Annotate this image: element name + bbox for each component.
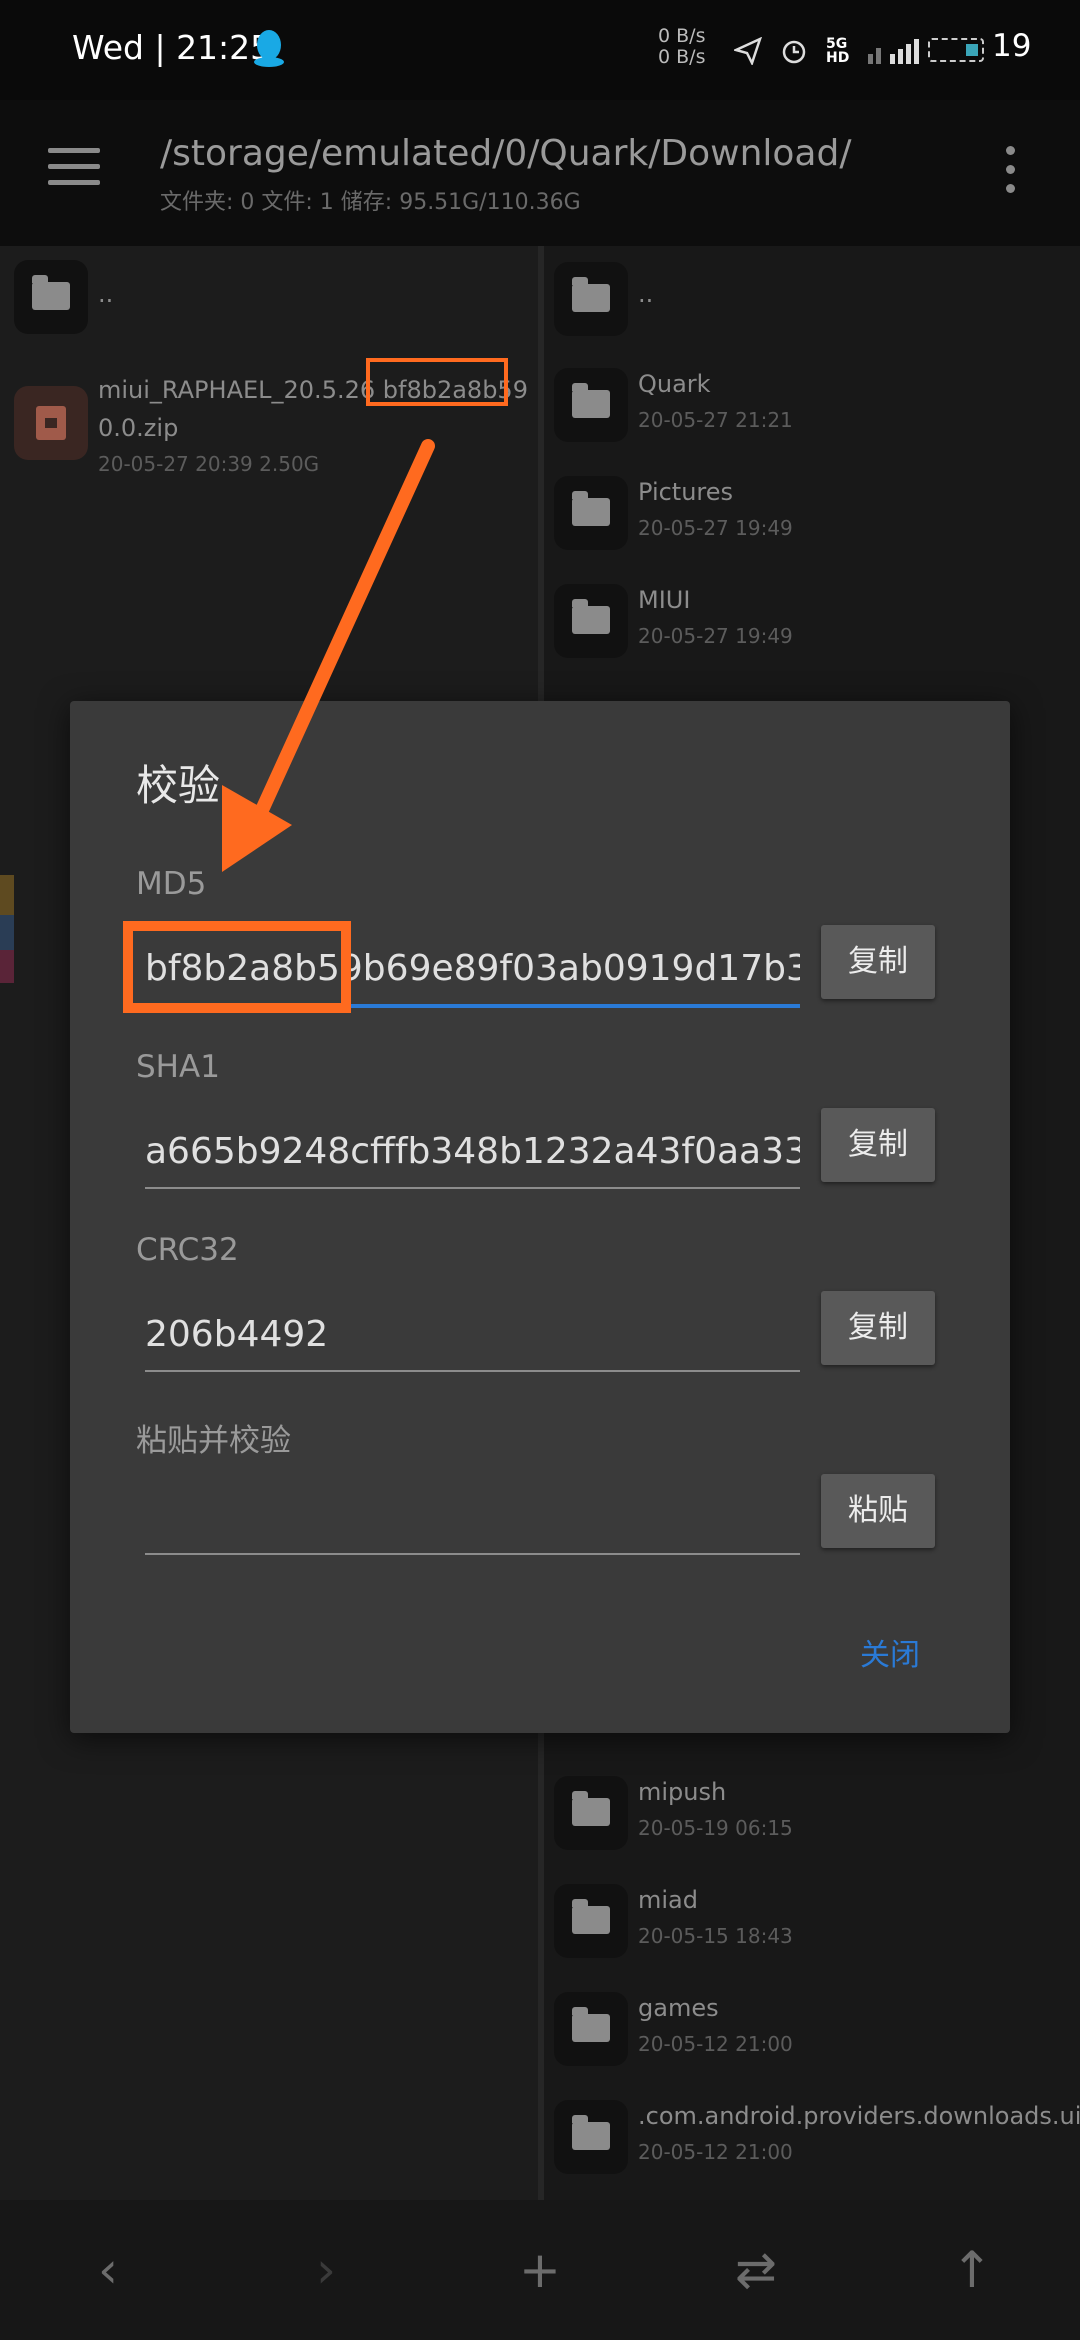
paste-verify-label: 粘贴并校验: [136, 1423, 291, 1459]
folder-icon: [554, 584, 628, 658]
storage-summary: 文件夹: 0 文件: 1 储存: 95.51G/110.36G: [160, 190, 581, 215]
folder-icon: [554, 476, 628, 550]
alarm-icon: [782, 40, 806, 64]
parent-directory-row[interactable]: ..: [0, 260, 538, 360]
signal-icon: [868, 39, 919, 64]
checksum-dialog: [70, 701, 1010, 1733]
copy-md5-button[interactable]: 复制: [821, 925, 935, 999]
file-row[interactable]: miui_RAPHAEL_20.5.26 bf8b2a8b59 1 0.0.zi…: [0, 376, 538, 576]
list-item[interactable]: games 20-05-12 21:00: [544, 1992, 1080, 2092]
battery-icon: [928, 38, 984, 62]
folder-date: 20-05-12 21:00: [638, 2140, 793, 2164]
network-speed: 0 B/s 0 B/s: [658, 25, 706, 68]
folder-name: Quark: [638, 370, 711, 398]
folder-date: 20-05-27 21:21: [638, 408, 793, 432]
send-icon: [734, 37, 762, 65]
folder-name: miad: [638, 1886, 698, 1914]
more-options-icon[interactable]: [1006, 146, 1016, 196]
folder-name: MIUI: [638, 586, 691, 614]
md5-label: MD5: [136, 866, 207, 902]
folder-icon: [554, 2100, 628, 2174]
side-strip: [0, 950, 14, 983]
paste-button[interactable]: 粘贴: [821, 1474, 935, 1548]
archive-icon: [14, 386, 88, 460]
paste-verify-field[interactable]: [145, 1483, 800, 1555]
list-item[interactable]: Pictures 20-05-27 19:49: [544, 476, 1080, 576]
up-directory-button[interactable]: ↑: [942, 2242, 1002, 2298]
sha1-value: a665b9248cfffb348b1232a43f0aa336de0: [145, 1131, 800, 1172]
crc32-field[interactable]: 206b4492: [145, 1300, 800, 1372]
parent-label: ..: [98, 280, 114, 308]
file-meta: 20-05-27 20:39 2.50G: [98, 452, 320, 476]
folder-date: 20-05-12 21:00: [638, 2032, 793, 2056]
forward-button[interactable]: ›: [296, 2242, 356, 2298]
status-icons: 5G HD: [734, 32, 926, 70]
status-clock: Wed | 21:25: [72, 28, 272, 67]
side-strip: [0, 875, 14, 915]
list-item[interactable]: miad 20-05-15 18:43: [544, 1884, 1080, 1984]
current-path: /storage/emulated/0/Quark/Download/: [160, 133, 852, 174]
swap-panes-button[interactable]: ⇄: [726, 2242, 786, 2298]
sha1-label: SHA1: [136, 1049, 220, 1085]
list-item[interactable]: .com.android.providers.downloads.ui 20-0…: [544, 2100, 1080, 2200]
folder-date: 20-05-27 19:49: [638, 624, 793, 648]
copy-crc32-button[interactable]: 复制: [821, 1291, 935, 1365]
copy-sha1-button[interactable]: 复制: [821, 1108, 935, 1182]
list-item[interactable]: MIUI 20-05-27 19:49: [544, 584, 1080, 684]
add-button[interactable]: +: [510, 2242, 570, 2298]
highlight-box-md5-prefix: [123, 921, 351, 1013]
folder-name: .com.android.providers.downloads.ui: [638, 2102, 1080, 2130]
qq-icon: [254, 30, 284, 67]
list-item[interactable]: Quark 20-05-27 21:21: [544, 368, 1080, 468]
side-strip: [0, 915, 14, 950]
back-button[interactable]: ‹: [78, 2242, 138, 2298]
battery-level: 19: [992, 28, 1032, 64]
folder-icon: [14, 260, 88, 334]
folder-icon: [554, 1992, 628, 2066]
folder-name: Pictures: [638, 478, 734, 506]
parent-directory-row[interactable]: ..: [544, 262, 1080, 362]
file-name-line2: 0.0.zip: [98, 414, 179, 442]
folder-icon: [554, 1776, 628, 1850]
folder-icon: [554, 368, 628, 442]
folder-name: mipush: [638, 1778, 727, 1806]
list-item[interactable]: mipush 20-05-19 06:15: [544, 1776, 1080, 1876]
folder-icon: [554, 1884, 628, 1958]
parent-label: ..: [638, 280, 654, 308]
folder-date: 20-05-19 06:15: [638, 1816, 793, 1840]
sha1-field[interactable]: a665b9248cfffb348b1232a43f0aa336de0: [145, 1117, 800, 1189]
folder-date: 20-05-15 18:43: [638, 1924, 793, 1948]
5g-hd-icon: 5G HD: [826, 36, 850, 66]
crc32-label: CRC32: [136, 1232, 239, 1268]
highlight-box-filename-hash: [366, 358, 508, 406]
folder-date: 20-05-27 19:49: [638, 516, 793, 540]
crc32-value: 206b4492: [145, 1314, 329, 1355]
dialog-title: 校验: [136, 761, 221, 810]
folder-icon: [554, 262, 628, 336]
close-button[interactable]: 关闭: [860, 1630, 920, 1674]
menu-icon[interactable]: [48, 148, 100, 188]
folder-name: games: [638, 1994, 719, 2022]
